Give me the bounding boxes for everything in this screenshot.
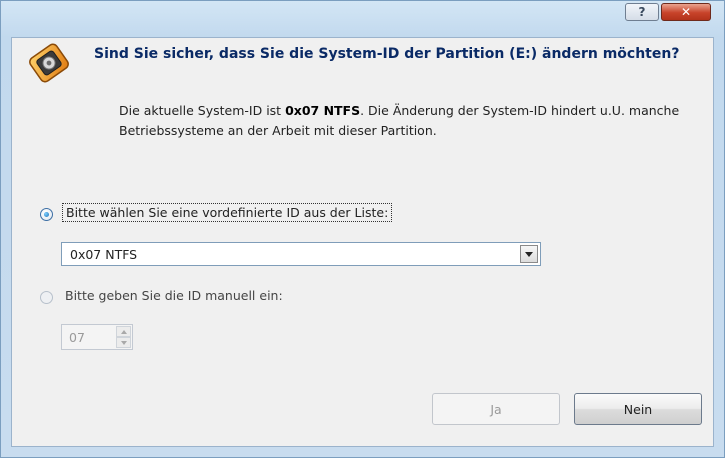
disk-warning-icon (29, 43, 69, 83)
info-prefix: Die aktuelle System-ID ist (119, 103, 286, 118)
combo-selected-value: 0x07 NTFS (70, 247, 138, 262)
combo-dropdown-button[interactable] (520, 245, 538, 263)
spin-down-button[interactable] (116, 337, 131, 348)
spin-up-button[interactable] (116, 326, 131, 337)
spin-value: 07 (69, 330, 85, 345)
radio-predefined-label[interactable]: Bitte wählen Sie eine vordefinierte ID a… (62, 203, 393, 222)
help-button[interactable]: ? (625, 3, 659, 21)
dialog-question: Sind Sie sicher, dass Sie die System-ID … (94, 46, 680, 62)
up-arrow-icon (120, 329, 127, 334)
close-button[interactable]: ✕ (661, 3, 711, 21)
down-arrow-icon (120, 340, 127, 345)
radio-manual-id[interactable] (40, 291, 53, 304)
dialog-info: Die aktuelle System-ID ist 0x07 NTFS. Di… (119, 101, 699, 141)
system-id-combobox[interactable]: 0x07 NTFS (61, 242, 541, 266)
radio-manual-label[interactable]: Bitte geben Sie die ID manuell ein: (65, 288, 283, 303)
no-button[interactable]: Nein (574, 393, 702, 425)
radio-predefined-id[interactable] (40, 208, 53, 221)
manual-id-spinbox[interactable]: 07 (61, 324, 133, 350)
yes-button[interactable]: Ja (432, 393, 560, 425)
current-system-id: 0x07 NTFS (285, 103, 361, 118)
chevron-down-icon (525, 251, 533, 257)
dialog-window: ? ✕ Sind Sie sicher, dass Sie die System… (0, 0, 725, 458)
